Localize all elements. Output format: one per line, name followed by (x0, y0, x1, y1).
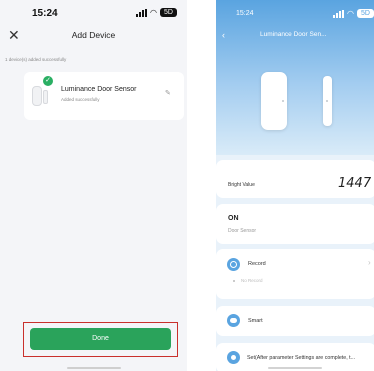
home-indicator (268, 367, 322, 369)
device-title: Luminance Door Sen... (260, 31, 327, 38)
status-icons: ◠ 5D (333, 9, 374, 18)
bright-value-number: 1447 (338, 176, 372, 191)
settings-label: Set(After parameter Settings are complet… (247, 355, 356, 361)
wifi-icon: ◠ (347, 8, 354, 18)
bright-value-card: Bright Value 1447 (216, 160, 374, 198)
added-count-text: 1 device(s) added successfully (5, 57, 67, 62)
device-card: ✓ Luminance Door Sensor Added successful… (24, 72, 184, 120)
home-indicator (67, 367, 121, 369)
door-sensor-icon (32, 84, 52, 108)
signal-icon (333, 9, 345, 18)
bright-value-label: Bright Value (228, 182, 255, 188)
page-header: ✕ Add Device (0, 26, 187, 46)
door-sensor-card: ON Door Sensor (216, 204, 374, 244)
door-sensor-label: Door Sensor (228, 228, 257, 234)
back-icon[interactable]: ‹ (222, 30, 225, 40)
record-label: Record (248, 261, 266, 267)
smart-card[interactable]: Smart (216, 306, 374, 336)
device-name: Luminance Door Sensor (61, 86, 137, 93)
record-empty-text: No Record (241, 278, 263, 283)
wifi-icon: ◠ (150, 7, 157, 17)
page-title: Add Device (71, 30, 116, 40)
record-card[interactable]: Record › No Record (216, 249, 374, 299)
sensor-body-image (261, 72, 287, 130)
signal-icon (136, 8, 148, 17)
sensor-magnet-image (323, 76, 332, 126)
device-panel-screen: 15:24 ◠ 5D ‹ Luminance Door Sen... Brigh… (216, 0, 374, 371)
status-icons: ◠ 5D (136, 8, 177, 17)
status-bar: 15:24 ◠ 5D (0, 0, 187, 26)
battery-icon: 5D (160, 8, 177, 17)
check-icon: ✓ (43, 76, 53, 86)
device-hero: 15:24 ◠ 5D ‹ Luminance Door Sen... (216, 0, 374, 155)
add-device-screen: 15:24 ◠ 5D ✕ Add Device 1 device(s) adde… (0, 0, 187, 371)
smart-icon (227, 314, 240, 327)
smart-label: Smart (248, 318, 263, 324)
status-time: 15:24 (32, 8, 58, 19)
bullet-icon (233, 280, 235, 282)
battery-icon: 5D (357, 9, 374, 18)
done-button[interactable]: Done (30, 328, 171, 350)
status-time: 15:24 (236, 10, 254, 17)
device-status: Added successfully (61, 97, 100, 102)
chevron-right-icon[interactable]: › (368, 258, 371, 267)
door-status: ON (228, 215, 239, 222)
gear-icon (227, 351, 240, 364)
record-icon (227, 258, 240, 271)
pencil-icon[interactable]: ✎ (165, 89, 171, 97)
